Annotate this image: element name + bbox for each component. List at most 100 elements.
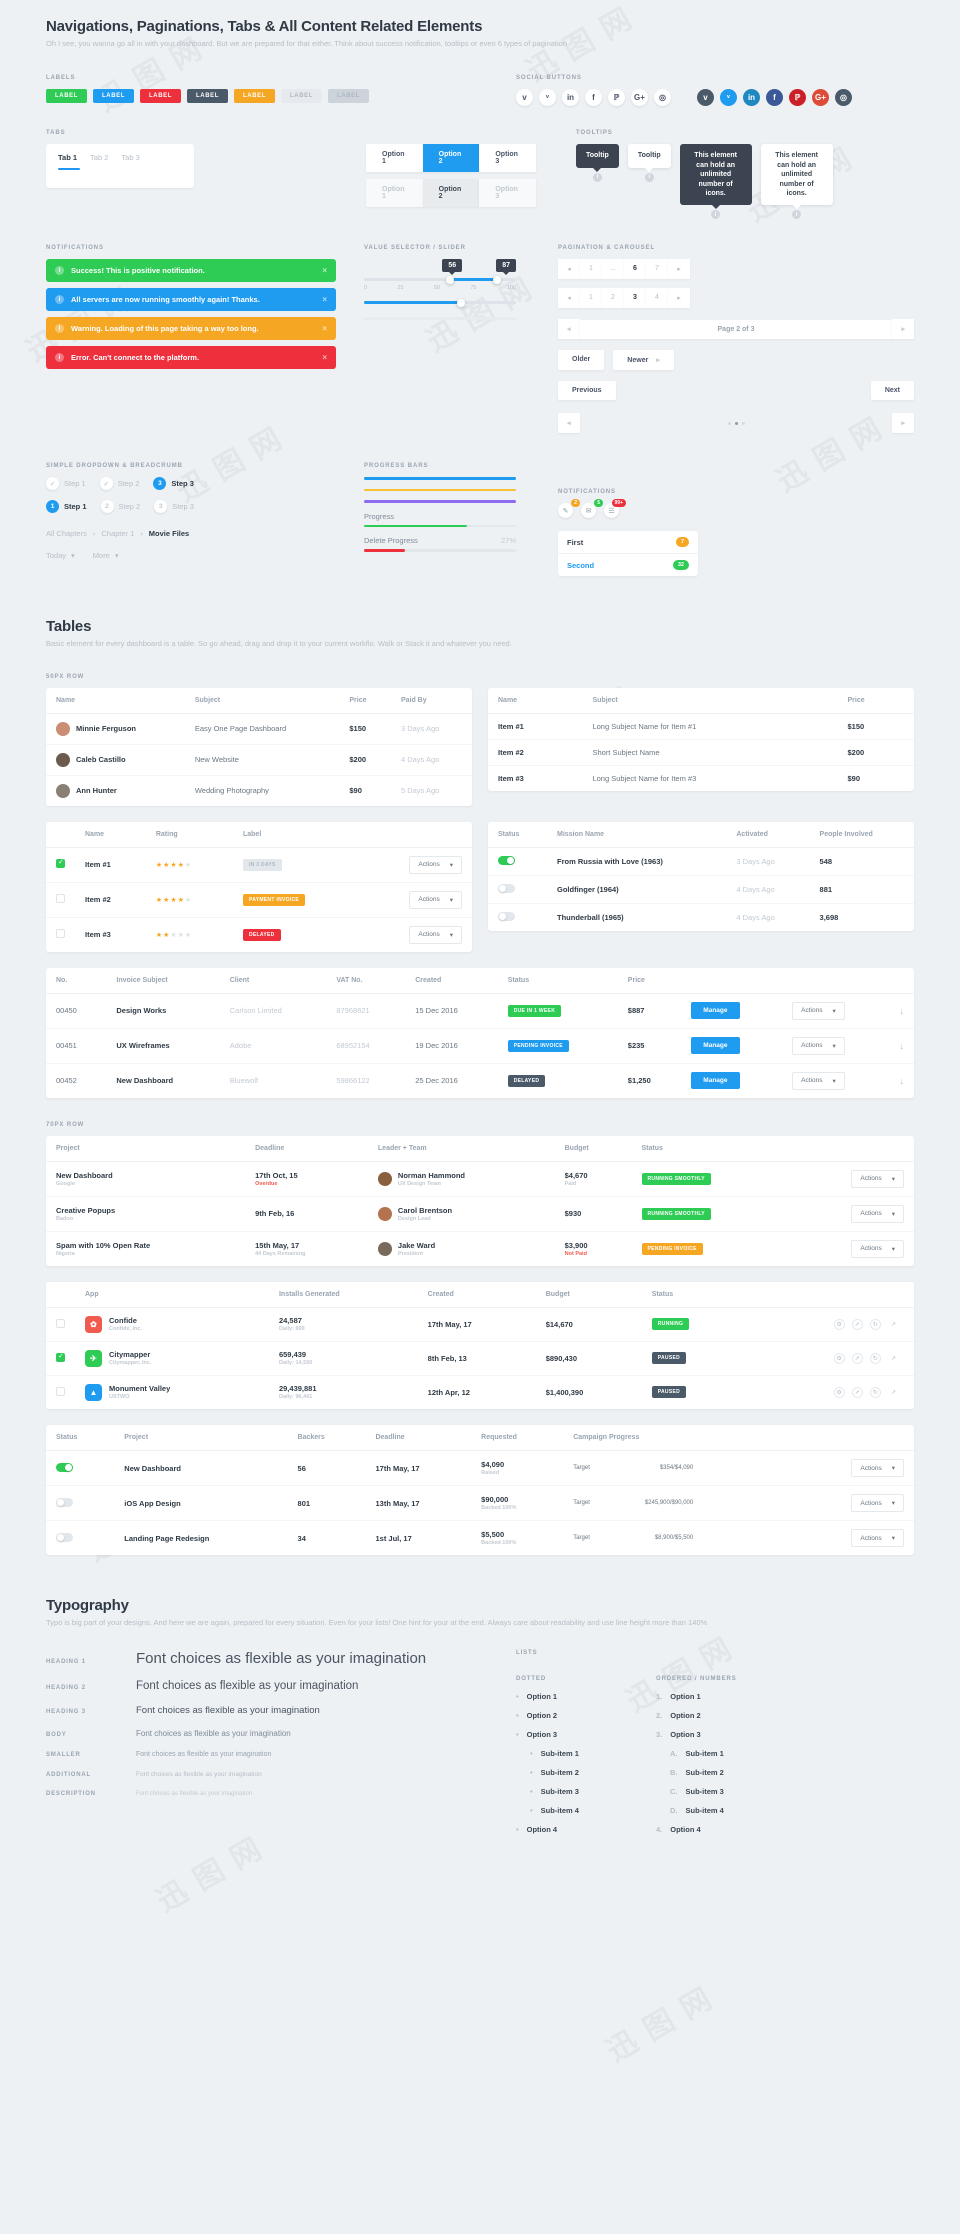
cell-status-toggle[interactable] <box>46 1521 114 1556</box>
cell-actions[interactable]: Actions ▾ <box>782 1028 890 1064</box>
segment-option[interactable]: Option 2 <box>422 179 480 208</box>
facebook-icon[interactable]: f <box>585 89 602 107</box>
cell-status-toggle[interactable] <box>46 1485 115 1522</box>
cell-actions[interactable]: Actions ▾ <box>782 1063 889 1098</box>
table-row[interactable]: Creative Popups Badoo 9th Feb, 16 Carol B… <box>46 1196 914 1232</box>
close-icon[interactable]: × <box>322 353 327 362</box>
actions-dropdown[interactable]: Actions ▾ <box>851 1494 904 1513</box>
slider-knob-single[interactable] <box>456 298 465 307</box>
trend-icon[interactable]: ↗ <box>888 1387 899 1398</box>
breadcrumb-item[interactable]: Movie Files <box>149 529 189 538</box>
label-tag[interactable]: LABEL <box>328 89 369 104</box>
share-icon[interactable]: ➚ <box>851 1352 863 1364</box>
segment-option[interactable]: Option 2 <box>422 144 480 173</box>
twitter-icon[interactable]: ᵛ <box>539 89 556 107</box>
table-row[interactable]: Caleb Castillo New Website $200 4 Days A… <box>46 744 472 776</box>
cell-status-toggle[interactable] <box>46 1450 115 1487</box>
info-icon[interactable]: i <box>644 172 654 182</box>
label-tag[interactable]: LABEL <box>93 89 134 104</box>
settings-icon[interactable]: ⚙ <box>833 1318 845 1330</box>
actions-dropdown[interactable]: Actions ▾ <box>851 1529 904 1548</box>
download-icon[interactable]: ↓ <box>900 1006 905 1016</box>
pagination-item[interactable]: ... <box>602 259 624 280</box>
actions-dropdown[interactable]: Actions ▾ <box>409 890 462 909</box>
share-icon[interactable]: ➚ <box>851 1318 863 1330</box>
pagination-item[interactable]: ▸ <box>668 288 690 309</box>
segment-option[interactable]: Option 1 <box>366 144 423 173</box>
row-checkbox[interactable] <box>56 1318 65 1328</box>
label-tag[interactable]: LABEL <box>140 89 181 104</box>
notification-badge-icon[interactable]: ✎ 2 <box>558 499 580 519</box>
step-item[interactable]: 2 Step 2 <box>100 500 140 514</box>
cell-manage[interactable]: Manage <box>681 993 783 1029</box>
actions-dropdown[interactable]: Actions ▾ <box>792 1036 845 1055</box>
cell-status-toggle[interactable] <box>488 875 547 904</box>
googleplus-icon[interactable]: G+ <box>812 89 829 107</box>
tab-item[interactable]: Tab 3 <box>121 153 139 170</box>
pagination-item[interactable]: ◂ <box>558 259 580 280</box>
slider-track-bottom[interactable] <box>364 298 516 307</box>
row-checkbox[interactable] <box>56 858 65 869</box>
step-item[interactable]: ✓ Step 1 <box>46 477 86 491</box>
linkedin-icon[interactable]: in <box>562 89 579 107</box>
refresh-icon[interactable]: ↻ <box>869 1318 881 1330</box>
pagination-item[interactable]: 7 <box>646 259 668 280</box>
actions-dropdown[interactable]: Actions ▾ <box>409 855 462 874</box>
cell-status-toggle[interactable] <box>488 847 547 876</box>
instagram-icon[interactable]: ◎ <box>654 89 671 107</box>
table-row[interactable]: Thunderball (1965) 4 Days Ago 3,698 <box>488 903 914 931</box>
label-tag[interactable]: LABEL <box>234 89 275 104</box>
table-row[interactable]: 00451 UX Wireframes Adobe 68952154 19 De… <box>46 1028 914 1064</box>
cell-actions[interactable]: Actions ▾ <box>360 917 472 952</box>
segment-option[interactable]: Option 3 <box>479 179 537 208</box>
actions-dropdown[interactable]: Actions ▾ <box>409 925 462 944</box>
cell-actions[interactable]: Actions ▾ <box>782 993 890 1029</box>
table-row[interactable]: Item #2 Short Subject Name $200 <box>488 739 914 766</box>
carousel-prev[interactable]: ◂ <box>558 413 580 434</box>
cell-row-icons[interactable]: ⚙ ➚ ↻ ↗ <box>748 1375 914 1409</box>
notification-list-item[interactable]: Second 32 <box>558 554 698 576</box>
cell-status-toggle[interactable] <box>488 903 547 931</box>
table-row[interactable]: Item #1 ★★★★★ IN 3 DAYS Actions ▾ <box>46 847 472 883</box>
segment-option[interactable]: Option 3 <box>479 144 537 173</box>
cell-actions[interactable]: Actions ▾ <box>794 1450 914 1487</box>
table-row[interactable]: ▲ Monument Valley USTWO 29,439,881 Daily: … <box>46 1375 914 1409</box>
pinterest-icon[interactable]: ℙ <box>789 89 806 107</box>
info-icon[interactable]: i <box>711 210 721 220</box>
notification-badge-icon[interactable]: ☰ 99+ <box>604 499 626 519</box>
cell-checkbox[interactable] <box>46 1307 75 1342</box>
step-item[interactable]: 1 Step 1 <box>46 500 87 514</box>
table-row[interactable]: ✈ CitymapperCitymapper, Inc. 659,439Dail… <box>46 1341 914 1376</box>
step-item[interactable]: 3 Step 3 <box>153 477 194 491</box>
cell-checkbox[interactable] <box>46 847 75 883</box>
breadcrumb-item[interactable]: All Chapters <box>46 529 87 538</box>
pagination-newer-button[interactable]: Newer ▸ <box>613 350 674 371</box>
slider-track-empty[interactable] <box>364 317 516 321</box>
pagination-older-button[interactable]: Older <box>558 350 605 371</box>
cell-download[interactable]: ↓ <box>889 1028 914 1064</box>
notification-badge-icon[interactable]: ✉ 5 <box>581 499 603 519</box>
row-checkbox[interactable] <box>56 1352 65 1362</box>
actions-dropdown[interactable]: Actions ▾ <box>851 1204 904 1223</box>
cell-actions[interactable]: Actions ▾ <box>787 1161 914 1197</box>
row-checkbox[interactable] <box>56 929 65 939</box>
refresh-icon[interactable]: ↻ <box>869 1352 881 1364</box>
cell-actions[interactable]: Actions ▾ <box>359 882 472 918</box>
download-icon[interactable]: ↓ <box>900 1076 905 1086</box>
label-tag[interactable]: LABEL <box>187 89 228 104</box>
manage-button[interactable]: Manage <box>691 1002 740 1020</box>
pagination-previous-button[interactable]: Previous <box>558 381 616 401</box>
table-row[interactable]: Minnie Ferguson Easy One Page Dashboard … <box>46 713 472 745</box>
instagram-icon[interactable]: ◎ <box>835 89 852 107</box>
pinterest-icon[interactable]: ℙ <box>608 89 625 107</box>
table-row[interactable]: 00450 Design Works Carlson Limited 87968… <box>46 993 914 1029</box>
manage-button[interactable]: Manage <box>691 1072 740 1090</box>
cell-actions[interactable]: Actions ▾ <box>787 1231 914 1266</box>
trend-icon[interactable]: ↗ <box>888 1319 899 1330</box>
actions-dropdown[interactable]: Actions ▾ <box>792 1071 845 1090</box>
cell-actions[interactable]: Actions ▾ <box>359 847 472 883</box>
row-checkbox[interactable] <box>56 894 65 904</box>
cell-checkbox[interactable] <box>46 1375 75 1409</box>
download-icon[interactable]: ↓ <box>900 1041 905 1051</box>
slider-track-top[interactable] <box>364 275 516 284</box>
